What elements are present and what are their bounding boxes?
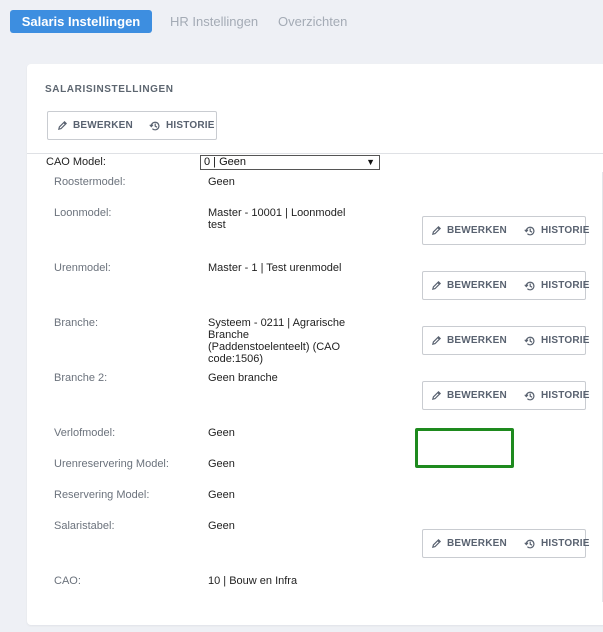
card-title: SALARISINSTELLINGEN — [45, 84, 174, 95]
edit-button-label: BEWERKEN — [447, 280, 507, 291]
edit-button-label: BEWERKEN — [447, 538, 507, 549]
pencil-icon — [432, 335, 442, 345]
edit-button-label: BEWERKEN — [447, 335, 507, 346]
field-value-urenmodel: Master - 1 | Test urenmodel — [208, 262, 342, 274]
edit-button-label: BEWERKEN — [73, 120, 133, 131]
salaristabel-edit-button[interactable]: BEWERKEN — [423, 530, 516, 557]
branche-2-history-button[interactable]: HISTORIE — [516, 382, 598, 409]
chevron-down-icon: ▼ — [366, 157, 375, 167]
field-value-branche: Systeem - 0211 | Agrarische Branche (Pad… — [208, 317, 346, 365]
pencil-icon — [58, 120, 68, 130]
history-icon — [524, 539, 535, 548]
cao-model-label: CAO Model: — [46, 156, 106, 168]
field-value-roostermodel: Geen — [208, 176, 235, 188]
branche-action-group: BEWERKEN HISTORIE — [422, 326, 589, 355]
salaristabel-action-group: BEWERKEN HISTORIE — [422, 529, 589, 558]
fields-list[interactable]: Roostermodel: Geen Loonmodel: Master - 1… — [27, 172, 603, 602]
field-label-branche: Branche: — [54, 317, 99, 329]
history-button-label: HISTORIE — [540, 280, 590, 291]
field-label-reservering-model: Reservering Model: — [54, 489, 150, 501]
field-value-reservering-model: Geen — [208, 489, 235, 501]
tab-salaris-instellingen[interactable]: Salaris Instellingen — [10, 10, 152, 33]
cao-model-selected-value: 0 | Geen — [204, 156, 246, 168]
field-label-loonmodel: Loonmodel: — [54, 207, 112, 219]
pencil-icon — [432, 225, 442, 235]
urenmodel-history-button[interactable]: HISTORIE — [516, 272, 598, 299]
field-label-urenmodel: Urenmodel: — [54, 262, 111, 274]
history-icon — [524, 336, 535, 345]
history-button-label: HISTORIE — [540, 335, 590, 346]
branche-history-button[interactable]: HISTORIE — [516, 327, 598, 354]
divider — [27, 153, 603, 154]
field-label-cao: CAO: — [54, 575, 81, 587]
field-label-roostermodel: Roostermodel: — [54, 176, 126, 188]
pencil-icon — [432, 390, 442, 400]
branche-2-edit-button[interactable]: BEWERKEN — [423, 382, 516, 409]
field-value-loonmodel: Master - 10001 | Loonmodel test — [208, 207, 346, 231]
field-value-urenreservering-model: Geen — [208, 458, 235, 470]
focus-highlight — [415, 428, 514, 468]
edit-button-label: BEWERKEN — [447, 225, 507, 236]
edit-button-label: BEWERKEN — [447, 390, 507, 401]
field-label-urenreservering-model: Urenreservering Model: — [54, 458, 169, 470]
cao-model-select[interactable]: 0 | Geen ▼ — [200, 155, 380, 170]
history-icon — [524, 391, 535, 400]
salaristabel-history-button[interactable]: HISTORIE — [516, 530, 598, 557]
edit-button[interactable]: BEWERKEN — [48, 112, 141, 139]
tab-overzichten[interactable]: Overzichten — [278, 10, 347, 33]
tab-hr-instellingen[interactable]: HR Instellingen — [170, 10, 258, 33]
branche-2-action-group: BEWERKEN HISTORIE — [422, 381, 589, 410]
urenmodel-action-group: BEWERKEN HISTORIE — [422, 271, 589, 300]
pencil-icon — [432, 280, 442, 290]
history-icon — [524, 226, 535, 235]
top-tabs: Salaris Instellingen HR Instellingen Ove… — [10, 10, 347, 33]
field-value-salaristabel: Geen — [208, 520, 235, 532]
field-label-branche-2: Branche 2: — [54, 372, 108, 384]
history-button[interactable]: HISTORIE — [141, 112, 223, 139]
history-icon — [524, 281, 535, 290]
field-value-branche-2: Geen branche — [208, 372, 278, 384]
loonmodel-action-group: BEWERKEN HISTORIE — [422, 216, 589, 245]
field-value-cao: 10 | Bouw en Infra — [208, 575, 298, 587]
field-value-verlofmodel: Geen — [208, 427, 235, 439]
history-button-label: HISTORIE — [540, 538, 590, 549]
history-button-label: HISTORIE — [540, 225, 590, 236]
pencil-icon — [432, 538, 442, 548]
card-action-group: BEWERKEN HISTORIE — [47, 111, 217, 140]
loonmodel-history-button[interactable]: HISTORIE — [516, 217, 598, 244]
urenmodel-edit-button[interactable]: BEWERKEN — [423, 272, 516, 299]
field-label-salaristabel: Salaristabel: — [54, 520, 115, 532]
history-button-label: HISTORIE — [540, 390, 590, 401]
settings-card: SALARISINSTELLINGEN BEWERKEN HISTORIE CA… — [27, 64, 603, 625]
branche-edit-button[interactable]: BEWERKEN — [423, 327, 516, 354]
field-label-verlofmodel: Verlofmodel: — [54, 427, 116, 439]
loonmodel-edit-button[interactable]: BEWERKEN — [423, 217, 516, 244]
history-button-label: HISTORIE — [165, 120, 215, 131]
history-icon — [149, 121, 160, 130]
